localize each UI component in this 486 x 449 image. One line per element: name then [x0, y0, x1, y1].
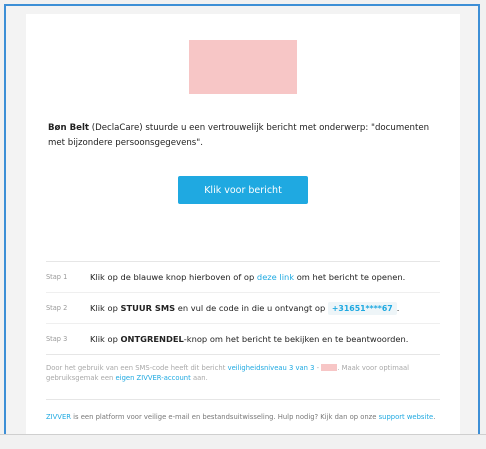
sender-name: Bøn Belt [48, 123, 89, 133]
divider [46, 399, 440, 400]
step-1: Stap 1 Klik op de blauwe knop hierboven … [46, 262, 440, 293]
step-text: Klik op [90, 334, 121, 344]
step-number: Stap 2 [46, 304, 68, 312]
window-bottom-edge [0, 434, 486, 449]
security-level-indicator [321, 364, 338, 371]
step-number: Stap 3 [46, 335, 68, 343]
step-text: -knop om het bericht te bekijken en te b… [183, 334, 409, 344]
open-message-button[interactable]: Klik voor bericht [178, 176, 308, 204]
sender-org: (DeclaCare) [91, 123, 143, 133]
step-2: Stap 2 Klik op STUUR SMS en vul de code … [46, 293, 440, 324]
step-text: om het bericht te openen. [294, 272, 406, 282]
security-level-link[interactable]: veiligheidsniveau 3 van 3 [228, 364, 315, 372]
note-text: - [314, 364, 322, 372]
step-3: Stap 3 Klik op ONTGRENDEL-knop om het be… [46, 324, 440, 354]
direct-link[interactable]: deze link [257, 272, 294, 282]
step-bold: ONTGRENDEL [120, 334, 184, 344]
create-account-link[interactable]: eigen ZIVVER-account [116, 374, 191, 382]
support-website-link[interactable]: support website [379, 413, 434, 421]
step-text: Klik op de blauwe knop hierboven of op [90, 272, 257, 282]
steps-list: Stap 1 Klik op de blauwe knop hierboven … [46, 262, 440, 354]
step-bold: STUUR SMS [120, 302, 176, 313]
logo-placeholder [189, 40, 297, 94]
footer-body: . [433, 413, 436, 421]
zivver-link[interactable]: ZIVVER [46, 413, 71, 421]
note-text: aan. [190, 374, 208, 382]
footer-body: is een platform voor veilige e-mail en b… [70, 413, 379, 421]
intro-text: Bøn Belt (DeclaCare) stuurde u een vertr… [48, 121, 448, 151]
email-card: Bøn Belt (DeclaCare) stuurde u een vertr… [26, 14, 460, 446]
note-text: Door het gebruik van een SMS-code heeft … [46, 364, 228, 372]
step-text: en vul de code in die u ontvangt op [175, 302, 328, 313]
step-text: Klik op [90, 302, 121, 313]
step-text: . [396, 302, 400, 313]
phone-number-badge: +31651****67 [327, 301, 397, 315]
footer-text: ZIVVER is een platform voor veilige e-ma… [46, 412, 442, 422]
security-note: Door het gebruik van een SMS-code heeft … [46, 363, 442, 383]
divider [46, 354, 440, 355]
step-number: Stap 1 [46, 273, 68, 281]
